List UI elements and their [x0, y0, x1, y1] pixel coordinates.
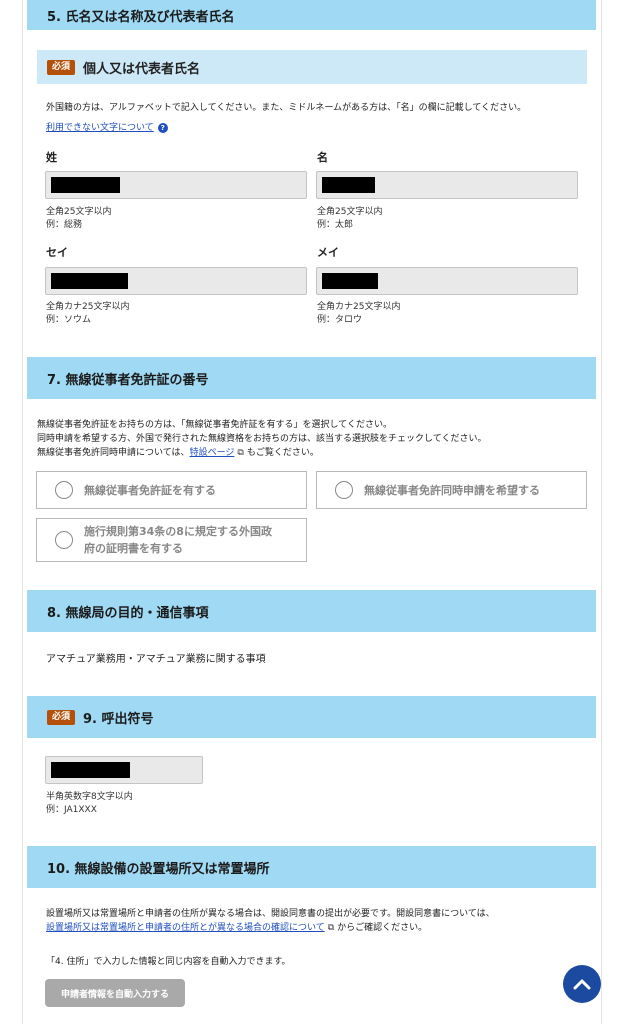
sei-kana-hint-2: 例：ソウム [46, 315, 92, 325]
radio-icon[interactable] [55, 481, 73, 499]
section-7-header: 7. 無線従事者免許証の番号 [27, 357, 596, 399]
section-5-header: 5. 氏名又は名称及び代表者氏名 [27, 0, 596, 30]
license-note-2: 同時申請を希望する方、外国で発行された無線資格をお持ちの方は、該当する選択肢をチ… [37, 434, 487, 444]
radio-icon[interactable] [55, 531, 73, 549]
autofill-note: 「4. 住所」で入力した情報と同じ内容を自動入力できます。 [46, 957, 291, 967]
license-note-3: 無線従事者免許同時申請については、特設ページ ⧉ もご覧ください。 [37, 446, 319, 460]
option-foreign-line-2: 府の証明書を有する [84, 542, 183, 555]
station-purpose-value: アマチュア業務用・アマチュア業務に関する事項 [46, 654, 266, 665]
option-foreign-line-1: 施行規則第34条の8に規定する外国政 [84, 525, 272, 538]
section-8-header: 8. 無線局の目的・通信事項 [27, 590, 596, 632]
call-sign-input[interactable] [45, 756, 203, 784]
location-note-2: 設置場所又は常置場所と申請者の住所とが異なる場合の確認について ⧉ からご確認くださ… [46, 921, 427, 935]
option-simultaneous-label: 無線従事者免許同時申請を希望する [364, 483, 540, 497]
sei-hint-2: 例：総務 [46, 220, 83, 230]
section-5-title: 5. 氏名又は名称及び代表者氏名 [47, 9, 235, 25]
option-has-license[interactable]: 無線従事者免許証を有する [36, 471, 307, 509]
section-8-title: 8. 無線局の目的・通信事項 [47, 605, 209, 621]
external-link-icon: ⧉ [237, 448, 244, 458]
unusable-chars-link[interactable]: 利用できない文字について [46, 123, 154, 133]
redacted-block [322, 177, 375, 193]
subheader-title: 個人又は代表者氏名 [83, 61, 201, 77]
mei-input[interactable] [316, 171, 578, 199]
option-simultaneous-application[interactable]: 無線従事者免許同時申請を希望する [316, 471, 587, 509]
mei-kana-hint-1: 全角カナ25文字以内 [317, 302, 401, 312]
sei-input[interactable] [45, 171, 307, 199]
sei-label: 姓 [46, 151, 57, 164]
section-10-header: 10. 無線設備の設置場所又は常置場所 [27, 846, 596, 888]
autofill-applicant-button[interactable]: 申請者情報を自動入力する [45, 979, 185, 1007]
sei-hint-1: 全角25文字以内 [46, 207, 112, 217]
section-9-header: 必須 9. 呼出符号 [27, 696, 596, 738]
license-note-3-post: もご覧ください。 [246, 448, 319, 458]
scroll-to-top-button[interactable] [563, 965, 601, 1003]
section-7-title: 7. 無線従事者免許証の番号 [47, 372, 209, 388]
redacted-block [51, 762, 130, 778]
redacted-block [51, 177, 120, 193]
unusable-chars-row: 利用できない文字について? [46, 121, 168, 135]
foreign-name-note: 外国籍の方は、アルファベットで記入してください。また、ミドルネームがある方は、「… [46, 103, 527, 113]
option-has-license-label: 無線従事者免許証を有する [84, 483, 216, 497]
section-10-title: 10. 無線設備の設置場所又は常置場所 [47, 861, 270, 877]
location-confirm-link[interactable]: 設置場所又は常置場所と申請者の住所とが異なる場合の確認について [46, 923, 325, 933]
section-5-subheader: 必須 個人又は代表者氏名 [37, 50, 587, 84]
mei-kana-label: メイ [317, 246, 339, 259]
mei-kana-hint-2: 例：タロウ [317, 315, 363, 325]
required-badge: 必須 [47, 709, 76, 725]
redacted-block [322, 273, 378, 289]
license-note-3-pre: 無線従事者免許同時申請については、 [37, 448, 190, 458]
chevron-up-icon [573, 979, 591, 990]
location-note-2-post: からご確認ください。 [337, 923, 428, 933]
redacted-block [51, 273, 128, 289]
license-note-1: 無線従事者免許証をお持ちの方は、「無線従事者免許証を有する」を選択してください。 [37, 420, 392, 430]
option-foreign-certificate[interactable]: 施行規則第34条の8に規定する外国政 府の証明書を有する [36, 518, 307, 562]
section-9-title: 9. 呼出符号 [83, 711, 154, 727]
external-link-icon: ⧉ [327, 923, 335, 933]
location-note-1: 設置場所又は常置場所と申請者の住所が異なる場合は、開設同意書の提出が必要です。開… [46, 909, 495, 919]
sei-kana-label: セイ [46, 246, 68, 259]
call-sign-hint-1: 半角英数字8文字以内 [46, 792, 133, 802]
help-icon[interactable]: ? [157, 122, 168, 133]
special-page-link[interactable]: 特設ページ [190, 448, 235, 458]
radio-icon[interactable] [335, 481, 353, 499]
mei-hint-2: 例：太郎 [317, 220, 354, 230]
sei-kana-hint-1: 全角カナ25文字以内 [46, 302, 130, 312]
mei-kana-input[interactable] [316, 267, 578, 295]
call-sign-hint-2: 例：JA1XXX [46, 805, 97, 815]
sei-kana-input[interactable] [45, 267, 307, 295]
mei-hint-1: 全角25文字以内 [317, 207, 383, 217]
mei-label: 名 [317, 151, 328, 164]
option-foreign-certificate-label: 施行規則第34条の8に規定する外国政 府の証明書を有する [84, 523, 272, 557]
required-badge: 必須 [47, 59, 76, 75]
